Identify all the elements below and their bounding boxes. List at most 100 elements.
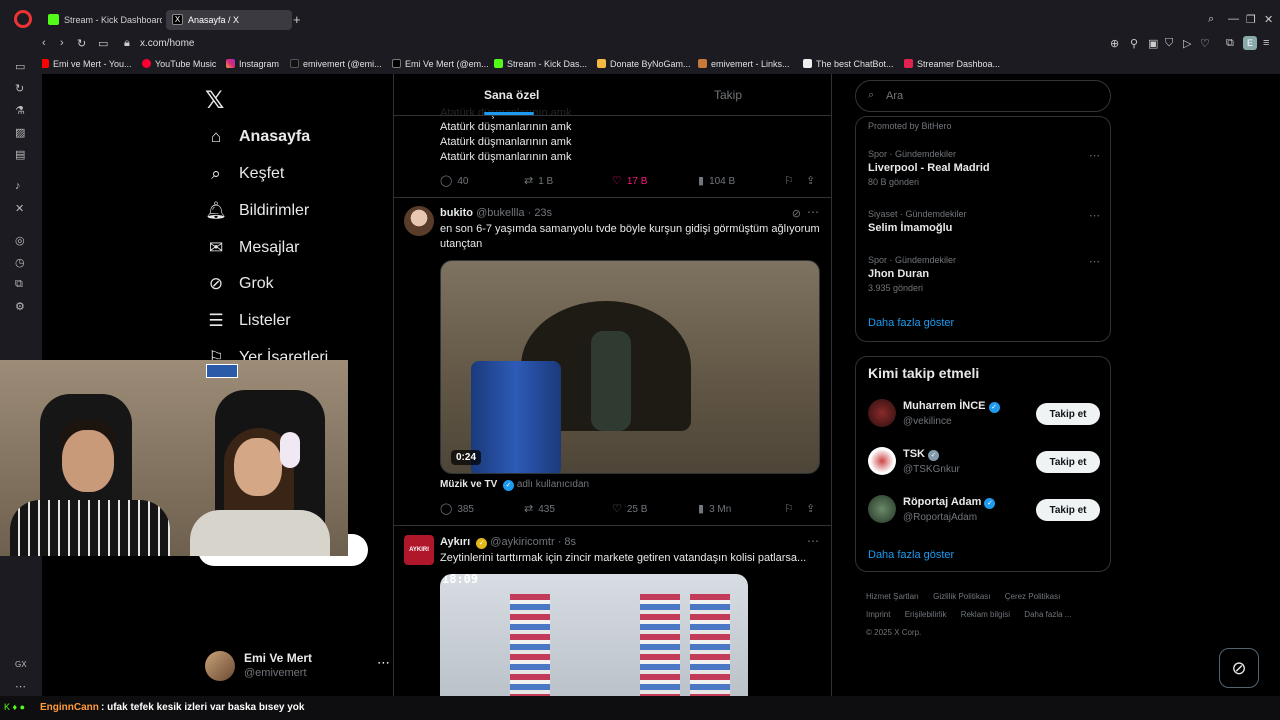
nav-item-explore[interactable]: ⌕ Keşfet [205,161,284,187]
post-author[interactable]: Aykırı [440,536,470,548]
share-button[interactable]: ⇪ [806,502,820,515]
grok-floating-button[interactable]: ⊘ [1219,648,1259,688]
tab-search-icon[interactable]: ⌕ [1208,13,1214,26]
post-time[interactable]: · 23s [528,207,552,219]
twitch-icon[interactable]: ▤ [15,148,25,161]
trend-more-icon[interactable]: ⋯ [1089,255,1100,268]
extensions-sidebar-icon[interactable]: ⧉ [15,278,23,291]
follow-button[interactable]: Takip et [1036,451,1100,473]
reply-button[interactable]: ◯ 385 [440,502,474,515]
follow-button[interactable]: Takip et [1036,499,1100,521]
bookmark-item[interactable]: Instagram [226,59,279,69]
search-input[interactable] [886,87,1086,105]
trend-item[interactable]: Spor · Gündemdekiler Jhon Duran 3.935 gö… [868,255,1100,293]
bookmark-item[interactable]: Emi ve Mert - You... [40,59,132,69]
follow-button[interactable]: Takip et [1036,403,1100,425]
x-sidebar-icon[interactable]: ✕ [15,202,24,215]
follow-suggestion[interactable]: Muharrem İNCE ✓ @vekilince Takip et [868,397,1100,431]
repost-button[interactable]: ⇄ 1 B [524,174,553,187]
restore-button[interactable]: ❐ [1246,13,1256,26]
bookmark-item[interactable]: Streamer Dashboa... [904,59,1000,69]
bookmark-item[interactable]: emivemert - Links... [698,59,790,69]
heart-icon[interactable]: ♡ [1200,37,1210,50]
minimize-button[interactable]: — [1228,13,1239,25]
forward-button[interactable]: › [60,37,64,49]
footer-link[interactable]: Erişilebilirlik [905,610,947,619]
trend-more-icon[interactable]: ⋯ [1089,209,1100,222]
bookmark-item[interactable]: Donate ByNoGam... [597,59,691,69]
speed-dial-icon[interactable]: ▭ [15,60,25,73]
pin-icon[interactable]: ⚲ [1130,37,1138,50]
tab-following[interactable]: Takip [714,88,742,102]
bookmark-button[interactable]: ⚐ [784,174,799,187]
account-switcher[interactable]: Emi Ve Mert @emivemert ⋯ [205,649,390,685]
more-options-icon[interactable]: ⋯ [377,655,390,671]
like-button[interactable]: ♡ 17 B [612,174,647,187]
tab-for-you[interactable]: Sana özel [484,88,539,102]
show-more-follow-link[interactable]: Daha fazla göster [868,549,954,561]
nav-item-notifications[interactable]: 🔔︎ Bildirimler [205,198,309,224]
footer-link[interactable]: Gizlilik Politikası [933,592,990,601]
more-icon[interactable]: ⋯ [15,680,26,693]
url-field[interactable]: x.com/home [140,38,194,49]
post-more-icon[interactable]: ⋯ [807,205,819,219]
reload-button[interactable]: ↻ [77,37,86,50]
bookmark-item[interactable]: YouTube Music [142,59,216,69]
browser-profile-avatar[interactable]: E [1243,36,1257,50]
trend-more-icon[interactable]: ⋯ [1089,149,1100,162]
play-icon[interactable]: ▷ [1183,37,1191,50]
bookmark-item[interactable]: The best ChatBot... [803,59,894,69]
repost-button[interactable]: ⇄ 435 [524,502,555,515]
tiktok-sidebar-icon[interactable]: ♪ [15,180,21,192]
close-window-button[interactable]: ✕ [1264,13,1273,26]
bookmark-item[interactable]: emivemert (@emi... [290,59,382,69]
grok-explain-icon[interactable]: ⊘ [792,207,801,220]
footer-link[interactable]: Imprint [866,610,890,619]
search-box[interactable]: ⌕ [855,80,1111,112]
video-source[interactable]: Müzik ve TV ✓ adlı kullanıcıdan [440,479,589,491]
like-button[interactable]: ♡ 25 B [612,502,647,515]
nav-item-home[interactable]: ⌂ Anasayfa [205,124,310,150]
extensions-icon[interactable]: ⧉ [1226,37,1234,50]
opera-logo-icon[interactable] [14,10,32,28]
post-image[interactable]: 18:09 [440,574,748,696]
share-button[interactable]: ⇪ [806,174,820,187]
trend-item[interactable]: Siyaset · Gündemdekiler Selim İmamoğlu ⋯ [868,209,1100,234]
post-time[interactable]: · 8s [558,536,576,548]
zoom-icon[interactable]: ⊕ [1110,37,1119,50]
follow-suggestion[interactable]: Röportaj Adam ✓ @RoportajAdam Takip et [868,493,1100,527]
nav-item-lists[interactable]: ☰ Listeler [205,308,290,334]
avatar[interactable]: AYKIRI [404,535,434,565]
avatar[interactable] [404,206,434,236]
footer-link[interactable]: Reklam bilgisi [961,610,1010,619]
reply-button[interactable]: ◯ 40 [440,174,468,187]
new-tab-button[interactable]: + [293,12,301,27]
trend-item[interactable]: Spor · Gündemdekiler Liverpool - Real Ma… [868,149,1100,187]
views-button[interactable]: ▮ 104 B [698,174,735,187]
back-button[interactable]: ‹ [42,37,46,49]
player-icon[interactable]: ◎ [15,234,25,247]
post-handle[interactable]: @aykiricomtr [490,536,554,548]
cpu-limiter-icon[interactable]: ⚗ [15,104,25,117]
show-more-trends-link[interactable]: Daha fazla göster [868,317,954,329]
views-button[interactable]: ▮ 3 Mn [698,502,731,515]
settings-icon[interactable]: ⚙ [15,300,25,313]
footer-link[interactable]: Hizmet Şartları [866,592,919,601]
nav-item-messages[interactable]: ✉ Mesajlar [205,235,300,261]
history-icon[interactable]: ↻ [15,82,24,95]
nav-item-grok[interactable]: ⊘ Grok [205,271,274,297]
tab-kick-dashboard[interactable]: Stream - Kick Dashboard [42,10,162,30]
x-logo-icon[interactable]: 𝕏 [205,86,224,115]
post-handle[interactable]: @bukellla [476,207,524,219]
post-video[interactable]: 0:24 [440,260,820,474]
bookmark-item[interactable]: Stream - Kick Das... [494,59,587,69]
menu-icon[interactable]: ≡ [1263,37,1269,49]
post-more-icon[interactable]: ⋯ [807,534,819,548]
tab-x-home[interactable]: X Anasayfa / X [166,10,292,30]
bookmark-button[interactable]: ⚐ [784,502,799,515]
snapshot-icon[interactable]: ▣ [1148,37,1158,50]
ram-limiter-icon[interactable]: ▨ [15,126,25,139]
clock-icon[interactable]: ◷ [15,256,25,269]
follow-suggestion[interactable]: TSK ✓ @TSKGnkur Takip et [868,445,1100,479]
shield-icon[interactable]: ⛉ [1165,37,1173,50]
